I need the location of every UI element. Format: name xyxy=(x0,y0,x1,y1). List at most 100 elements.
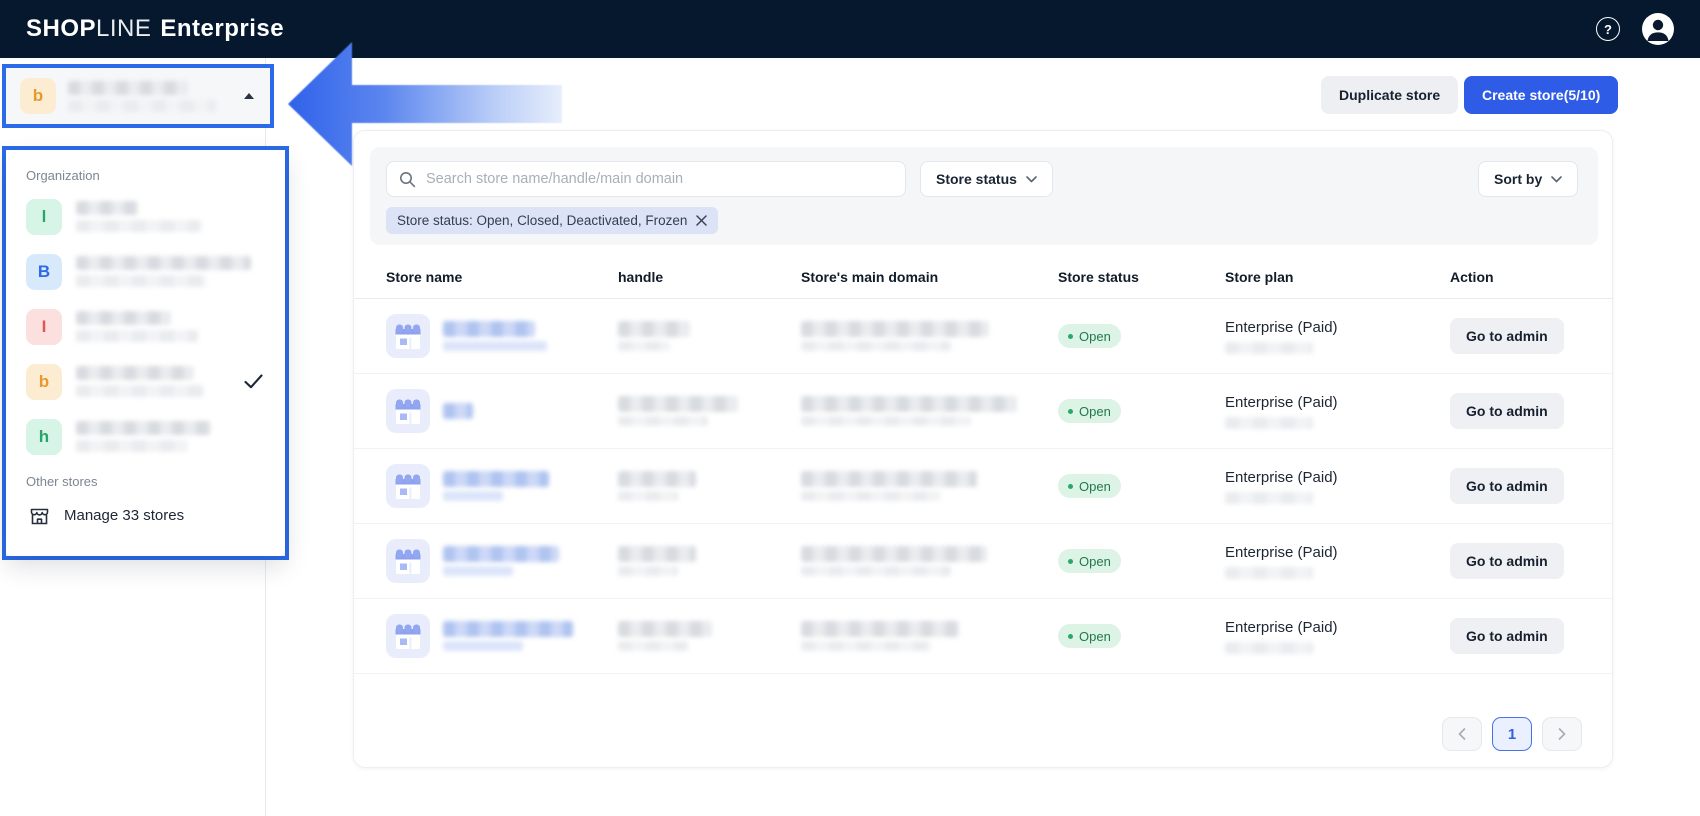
store-name-cell xyxy=(386,314,618,358)
store-status-filter-chip[interactable]: Store status: Open, Closed, Deactivated,… xyxy=(386,207,718,234)
go-to-admin-button[interactable]: Go to admin xyxy=(1450,393,1564,429)
status-dot-icon xyxy=(1068,484,1073,489)
action-cell: Go to admin xyxy=(1450,393,1580,429)
user-avatar[interactable] xyxy=(1642,13,1674,45)
redacted-text xyxy=(618,621,712,637)
org-avatar: B xyxy=(26,254,62,290)
brand-shop: SHOP xyxy=(26,15,96,43)
top-header: SHOP LINE Enterprise ? xyxy=(0,0,1700,58)
handle-cell xyxy=(618,621,801,651)
search-input[interactable] xyxy=(424,170,893,188)
organization-item[interactable]: l xyxy=(6,189,285,244)
chevron-right-icon xyxy=(1558,728,1566,740)
store-icon xyxy=(386,314,430,358)
sort-by-button[interactable]: Sort by xyxy=(1478,161,1578,197)
next-page-button[interactable] xyxy=(1542,717,1582,751)
redacted-text xyxy=(618,341,670,351)
status-dot-icon xyxy=(1068,334,1073,339)
redacted-text xyxy=(76,421,211,435)
status-cell: Open xyxy=(1058,624,1225,648)
sort-by-label: Sort by xyxy=(1494,171,1542,187)
status-cell: Open xyxy=(1058,474,1225,498)
store-name-link[interactable] xyxy=(443,403,473,419)
action-cell: Go to admin xyxy=(1450,468,1580,504)
domain-cell xyxy=(801,546,1058,576)
handle-cell xyxy=(618,321,801,351)
create-store-button[interactable]: Create store(5/10) xyxy=(1464,76,1618,114)
org-name-redacted xyxy=(76,366,236,397)
org-switcher-button[interactable]: b xyxy=(6,68,270,124)
status-dot-icon xyxy=(1068,409,1073,414)
store-name-link[interactable] xyxy=(443,546,559,576)
redacted-text xyxy=(1225,642,1313,654)
table-body: Open Enterprise (Paid) Go to admin xyxy=(354,299,1612,674)
store-name-cell xyxy=(386,389,618,433)
org-avatar: h xyxy=(26,419,62,455)
column-header: Store plan xyxy=(1225,269,1450,285)
redacted-text xyxy=(76,256,251,270)
redacted-text xyxy=(443,546,559,562)
handle-cell xyxy=(618,471,801,501)
redacted-text xyxy=(618,396,738,412)
redacted-text xyxy=(443,341,547,351)
domain-cell xyxy=(801,321,1058,351)
store-icon xyxy=(386,464,430,508)
go-to-admin-button[interactable]: Go to admin xyxy=(1450,318,1564,354)
status-badge: Open xyxy=(1058,624,1121,648)
redacted-text xyxy=(76,311,171,325)
close-icon[interactable] xyxy=(696,215,707,226)
redacted-text xyxy=(618,641,688,651)
redacted-text xyxy=(443,471,549,487)
status-dot-icon xyxy=(1068,634,1073,639)
store-status-filter-label: Store status xyxy=(936,171,1017,187)
plan-label: Enterprise (Paid) xyxy=(1225,394,1450,411)
org-avatar: l xyxy=(26,199,62,235)
org-name-redacted xyxy=(76,421,263,452)
store-status-filter-button[interactable]: Store status xyxy=(920,161,1053,197)
chevron-down-icon xyxy=(1026,176,1037,183)
status-label: Open xyxy=(1079,479,1111,494)
storefront-icon xyxy=(28,505,51,526)
manage-stores-button[interactable]: Manage 33 stores xyxy=(6,495,285,532)
store-name-link[interactable] xyxy=(443,621,573,651)
go-to-admin-button[interactable]: Go to admin xyxy=(1450,618,1564,654)
status-cell: Open xyxy=(1058,324,1225,348)
redacted-text xyxy=(801,641,931,651)
store-icon xyxy=(386,614,430,658)
org-dropdown-panel: Organization l xyxy=(6,150,285,556)
redacted-text xyxy=(618,471,696,487)
duplicate-store-button[interactable]: Duplicate store xyxy=(1321,76,1458,114)
redacted-text xyxy=(76,330,198,342)
store-icon xyxy=(386,389,430,433)
filter-panel: Store status Sort by Store status: Open,… xyxy=(370,147,1598,245)
page-1-button[interactable]: 1 xyxy=(1492,717,1532,751)
plan-label: Enterprise (Paid) xyxy=(1225,544,1450,561)
store-name-link[interactable] xyxy=(443,471,549,501)
domain-cell xyxy=(801,621,1058,651)
organization-item[interactable]: b xyxy=(6,354,285,409)
organization-item[interactable]: I xyxy=(6,299,285,354)
redacted-text xyxy=(1225,492,1313,504)
plan-label: Enterprise (Paid) xyxy=(1225,469,1450,486)
plan-cell: Enterprise (Paid) xyxy=(1225,544,1450,579)
check-icon xyxy=(244,374,263,389)
redacted-text xyxy=(618,321,690,337)
go-to-admin-button[interactable]: Go to admin xyxy=(1450,468,1564,504)
prev-page-button[interactable] xyxy=(1442,717,1482,751)
manage-stores-label: Manage 33 stores xyxy=(64,507,184,524)
store-name-link[interactable] xyxy=(443,321,547,351)
help-icon[interactable]: ? xyxy=(1596,17,1620,41)
filter-chip-text: Store status: Open, Closed, Deactivated,… xyxy=(397,213,687,228)
organization-item[interactable]: h xyxy=(6,409,285,464)
store-list-card: Store status Sort by Store status: Open,… xyxy=(353,130,1613,768)
redacted-text xyxy=(801,471,977,487)
org-name-redacted xyxy=(76,201,263,232)
org-name-redacted xyxy=(68,81,244,112)
org-avatar: I xyxy=(26,309,62,345)
status-cell: Open xyxy=(1058,549,1225,573)
table-row: Open Enterprise (Paid) Go to admin xyxy=(354,374,1612,449)
table-row: Open Enterprise (Paid) Go to admin xyxy=(354,599,1612,674)
organization-item[interactable]: B xyxy=(6,244,285,299)
go-to-admin-button[interactable]: Go to admin xyxy=(1450,543,1564,579)
status-badge: Open xyxy=(1058,324,1121,348)
